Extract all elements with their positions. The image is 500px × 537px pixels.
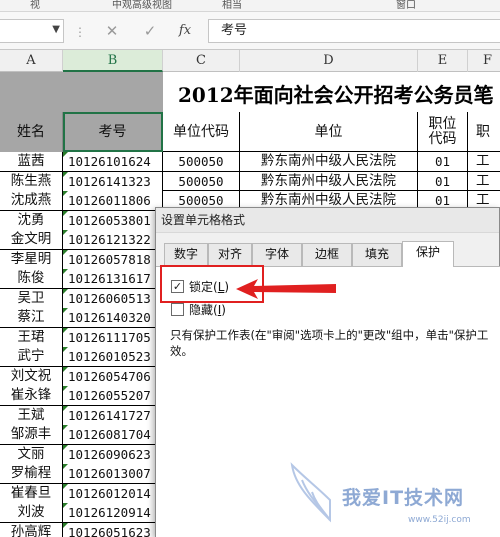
- position-cell[interactable]: 工: [468, 172, 500, 191]
- exam-no-cell[interactable]: 10126141727: [63, 405, 163, 425]
- exam-no-cell[interactable]: 10126060513: [63, 288, 163, 308]
- tab-protection[interactable]: 保护: [402, 241, 454, 267]
- name-cell[interactable]: 刘波: [0, 503, 63, 522]
- name-cell[interactable]: 陈生燕: [0, 171, 63, 191]
- ribbon-label[interactable]: 中观高级视图: [112, 0, 172, 11]
- table-row: 蓝茜 10126101624 500050 黔东南州中级人民法院 01 工: [0, 152, 500, 172]
- help-text-line-2: 效。: [170, 344, 193, 358]
- exam-no-cell[interactable]: 10126051623: [63, 522, 163, 537]
- exam-no-cell[interactable]: 10126012014: [63, 483, 163, 503]
- sheet-title[interactable]: 2012年面向社会公开招考公务员笔: [178, 79, 494, 108]
- confirm-icon[interactable]: ✓: [138, 21, 162, 41]
- ribbon-strip: 视 中观高级视图 相当 窗口: [0, 0, 500, 12]
- name-cell[interactable]: 崔春旦: [0, 483, 63, 503]
- exam-no-cell[interactable]: 10126057818: [63, 249, 163, 269]
- column-header-a[interactable]: A: [0, 50, 63, 72]
- exam-no-cell[interactable]: 10126011806: [63, 191, 163, 210]
- help-text-line-1: 只有保护工作表(在"审阅"选项卡上的"更改"组中，单击"保护工: [170, 328, 489, 342]
- tab-fill[interactable]: 填充: [352, 243, 402, 266]
- name-cell[interactable]: 罗榆程: [0, 464, 63, 483]
- watermark: 我爱IT技术网 www.52ij.com: [290, 455, 495, 537]
- exam-no-cell[interactable]: 10126101624: [63, 152, 163, 171]
- position-code-cell[interactable]: 01: [418, 171, 468, 191]
- name-cell[interactable]: 刘文祝: [0, 366, 63, 386]
- column-header-b[interactable]: B: [63, 50, 163, 72]
- name-cell[interactable]: 文丽: [0, 444, 63, 464]
- cancel-icon[interactable]: ✕: [100, 21, 124, 41]
- column-header-c[interactable]: C: [163, 50, 240, 72]
- ribbon-label[interactable]: 窗口: [396, 0, 416, 11]
- position-cell[interactable]: 工: [468, 152, 500, 171]
- insert-function-icon[interactable]: fx: [173, 21, 197, 41]
- formula-input[interactable]: 考号: [208, 19, 500, 43]
- separator-dots-icon: ⋮: [74, 25, 86, 39]
- unit-cell[interactable]: 黔东南州中级人民法院: [240, 171, 418, 191]
- tab-alignment[interactable]: 对齐: [208, 243, 252, 266]
- name-cell[interactable]: 陈俊: [0, 269, 63, 288]
- exam-no-cell[interactable]: 10126140320: [63, 308, 163, 327]
- name-cell[interactable]: 王珺: [0, 327, 63, 347]
- column-header-d[interactable]: D: [240, 50, 418, 72]
- exam-no-cell[interactable]: 10126013007: [63, 464, 163, 483]
- hidden-checkbox[interactable]: [171, 302, 184, 316]
- header-unit-cell[interactable]: 单位: [240, 112, 418, 152]
- header-row: 姓名 考号 单位代码 单位 职位代码 职: [0, 112, 500, 152]
- position-code-cell[interactable]: 01: [418, 152, 468, 171]
- ribbon-label[interactable]: 视: [30, 0, 40, 11]
- exam-no-cell[interactable]: 10126131617: [63, 269, 163, 288]
- name-cell[interactable]: 武宁: [0, 347, 63, 366]
- exam-no-cell[interactable]: 10126055207: [63, 386, 163, 405]
- formula-bar: ▼ ⋮ ✕ ✓ fx 考号: [0, 12, 500, 50]
- name-cell[interactable]: 崔永锋: [0, 386, 63, 405]
- ribbon-label[interactable]: 相当: [222, 0, 242, 11]
- header-unit-code-cell[interactable]: 单位代码: [163, 112, 240, 152]
- name-cell[interactable]: 沈成燕: [0, 191, 63, 210]
- name-cell[interactable]: 吴卫: [0, 288, 63, 308]
- name-box[interactable]: ▼: [0, 19, 64, 43]
- hidden-label[interactable]: 隐藏(I): [189, 301, 226, 318]
- title-row-gray-cell[interactable]: [0, 72, 163, 112]
- tab-font[interactable]: 字体: [252, 243, 302, 266]
- exam-no-cell[interactable]: 10126054706: [63, 366, 163, 386]
- name-cell[interactable]: 沈勇: [0, 210, 63, 230]
- unit-code-cell[interactable]: 500050: [163, 171, 240, 191]
- exam-no-cell[interactable]: 10126141323: [63, 171, 163, 191]
- exam-no-cell[interactable]: 10126010523: [63, 347, 163, 366]
- column-header-f[interactable]: F: [468, 50, 500, 72]
- name-cell[interactable]: 蔡江: [0, 308, 63, 327]
- column-header-e[interactable]: E: [418, 50, 468, 72]
- watermark-text: 我爱IT技术网: [342, 487, 465, 509]
- exam-no-cell[interactable]: 10126090623: [63, 444, 163, 464]
- exam-no-cell[interactable]: 10126120914: [63, 503, 163, 522]
- name-cell[interactable]: 孙高辉: [0, 522, 63, 537]
- table-row: 陈生燕 10126141323 500050 黔东南州中级人民法院 01 工: [0, 171, 500, 191]
- exam-no-cell[interactable]: 10126053801: [63, 210, 163, 230]
- dialog-title: 设置单元格格式: [156, 208, 499, 233]
- unit-cell[interactable]: 黔东南州中级人民法院: [240, 152, 418, 171]
- unit-code-cell[interactable]: 500050: [163, 152, 240, 171]
- column-headers: A B C D E F: [0, 50, 500, 72]
- chevron-down-icon[interactable]: ▼: [52, 24, 60, 35]
- header-position-code-cell[interactable]: 职位代码: [418, 112, 468, 152]
- header-position-cell[interactable]: 职: [468, 112, 500, 152]
- title-row: 2012年面向社会公开招考公务员笔: [0, 72, 500, 112]
- watermark-url: www.52ij.com: [408, 515, 471, 525]
- exam-no-cell[interactable]: 10126111705: [63, 327, 163, 347]
- hidden-checkbox-row[interactable]: 隐藏(I): [171, 301, 226, 317]
- dialog-tabs: 数字 对齐 字体 边框 填充 保护: [164, 241, 500, 267]
- tab-border[interactable]: 边框: [302, 243, 352, 266]
- name-cell[interactable]: 李星明: [0, 249, 63, 269]
- name-cell[interactable]: 金文明: [0, 230, 63, 249]
- name-cell[interactable]: 邹源丰: [0, 425, 63, 444]
- header-name-cell[interactable]: 姓名: [0, 112, 63, 152]
- protection-help-text: 只有保护工作表(在"审阅"选项卡上的"更改"组中，单击"保护工 效。: [170, 327, 500, 359]
- name-cell[interactable]: 王斌: [0, 405, 63, 425]
- red-arrow-icon: [236, 279, 336, 299]
- name-cell[interactable]: 蓝茜: [0, 152, 63, 171]
- exam-no-cell[interactable]: 10126081704: [63, 425, 163, 444]
- exam-no-cell[interactable]: 10126121322: [63, 230, 163, 249]
- tab-number[interactable]: 数字: [164, 243, 208, 266]
- header-exam-no-cell[interactable]: 考号: [63, 112, 163, 152]
